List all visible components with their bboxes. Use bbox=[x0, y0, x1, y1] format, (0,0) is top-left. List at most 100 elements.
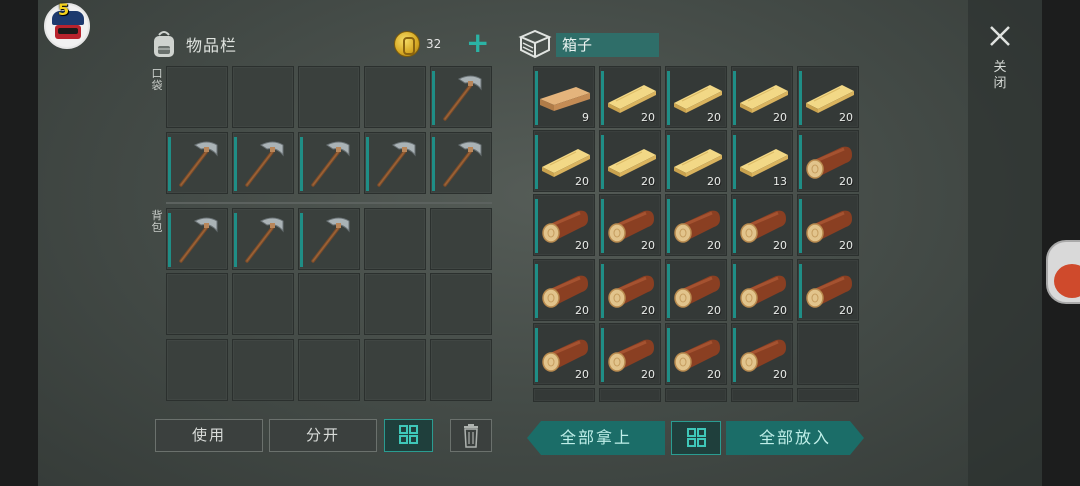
chest-slot[interactable]: 20 bbox=[533, 194, 595, 256]
use-button[interactable]: 使用 bbox=[155, 419, 263, 452]
pocket-slot[interactable] bbox=[430, 132, 492, 194]
chest-slot[interactable]: 20 bbox=[797, 66, 859, 128]
chest-slot[interactable]: 13 bbox=[731, 130, 793, 192]
chest-slot[interactable] bbox=[797, 323, 859, 385]
split-button[interactable]: 分开 bbox=[269, 419, 377, 452]
item-count: 20 bbox=[773, 111, 787, 124]
pocket-slot[interactable] bbox=[298, 132, 360, 194]
sort-chest-button[interactable] bbox=[671, 421, 721, 455]
chest-slot[interactable]: 20 bbox=[665, 259, 727, 321]
backpack-slot[interactable] bbox=[298, 208, 360, 270]
item-count: 20 bbox=[641, 368, 655, 381]
chest-slot[interactable]: 20 bbox=[797, 194, 859, 256]
backpack-slot[interactable] bbox=[166, 339, 228, 401]
close-button[interactable] bbox=[986, 22, 1014, 50]
backpack-label: 背包 bbox=[151, 209, 163, 234]
item-count: 20 bbox=[707, 239, 721, 252]
backpack-slot[interactable] bbox=[232, 339, 294, 401]
backpack-slot[interactable] bbox=[364, 208, 426, 270]
chest-slot[interactable]: 20 bbox=[665, 130, 727, 192]
chest-slot[interactable]: 20 bbox=[731, 323, 793, 385]
backpack-slot[interactable] bbox=[232, 208, 294, 270]
chest-slot-partial[interactable] bbox=[599, 388, 661, 402]
chest-slot[interactable]: 20 bbox=[599, 130, 661, 192]
backpack-slot[interactable] bbox=[298, 273, 360, 335]
chest-slot-partial[interactable] bbox=[665, 388, 727, 402]
inventory-header: 物品栏 bbox=[150, 26, 237, 62]
trash-icon bbox=[464, 424, 478, 448]
backpack-slot[interactable] bbox=[298, 339, 360, 401]
coin-count: 32 bbox=[426, 37, 442, 51]
pocket-slot[interactable] bbox=[232, 66, 294, 128]
chest-slot[interactable]: 20 bbox=[533, 323, 595, 385]
chest-slot[interactable]: 20 bbox=[731, 194, 793, 256]
chest-slot[interactable]: 20 bbox=[731, 66, 793, 128]
item-count: 20 bbox=[641, 175, 655, 188]
backpack-slot[interactable] bbox=[430, 339, 492, 401]
item-count: 20 bbox=[575, 304, 589, 317]
potion-liquid bbox=[1054, 264, 1080, 298]
item-count: 20 bbox=[707, 304, 721, 317]
backpack-slot[interactable] bbox=[232, 273, 294, 335]
item-count: 20 bbox=[773, 304, 787, 317]
backpack-icon bbox=[150, 29, 178, 59]
add-coins-button[interactable]: + bbox=[466, 29, 489, 58]
item-count: 20 bbox=[839, 239, 853, 252]
pocket-slot[interactable] bbox=[232, 132, 294, 194]
chest-slot-partial[interactable] bbox=[797, 388, 859, 402]
inventory-title: 物品栏 bbox=[186, 36, 238, 55]
pocket-backpack-divider bbox=[166, 202, 492, 204]
close-label[interactable]: 关闭 bbox=[991, 60, 1009, 92]
sort-inventory-button[interactable] bbox=[384, 419, 433, 452]
chest-slot[interactable]: 20 bbox=[599, 259, 661, 321]
pocket-slot[interactable] bbox=[364, 132, 426, 194]
chest-slot[interactable]: 9 bbox=[533, 66, 595, 128]
player-level: 5 bbox=[58, 0, 70, 19]
chest-slot-partial[interactable] bbox=[533, 388, 595, 402]
chest-slot[interactable]: 20 bbox=[797, 130, 859, 192]
chest-slot[interactable]: 20 bbox=[665, 194, 727, 256]
pocket-slot[interactable] bbox=[298, 66, 360, 128]
pocket-slot[interactable] bbox=[430, 66, 492, 128]
item-count: 20 bbox=[641, 239, 655, 252]
take-all-button[interactable]: 全部拿上 bbox=[527, 421, 665, 455]
pocket-label: 口袋 bbox=[151, 67, 163, 92]
chest-slot[interactable]: 20 bbox=[533, 259, 595, 321]
grid-icon bbox=[687, 428, 706, 447]
chest-slot[interactable]: 20 bbox=[665, 323, 727, 385]
item-count: 20 bbox=[839, 175, 853, 188]
backpack-slot[interactable] bbox=[166, 273, 228, 335]
delete-button[interactable] bbox=[450, 419, 492, 452]
backpack-slot[interactable] bbox=[430, 273, 492, 335]
potion-quickslot[interactable] bbox=[1046, 240, 1080, 304]
backpack-slot[interactable] bbox=[364, 339, 426, 401]
item-count: 20 bbox=[773, 239, 787, 252]
close-icon bbox=[990, 26, 1010, 46]
pocket-slot[interactable] bbox=[166, 66, 228, 128]
pocket-slot[interactable] bbox=[166, 132, 228, 194]
backpack-slot[interactable] bbox=[430, 208, 492, 270]
grid-icon bbox=[399, 425, 418, 444]
item-count: 13 bbox=[773, 175, 787, 188]
chest-slot[interactable]: 20 bbox=[797, 259, 859, 321]
chest-slot[interactable]: 20 bbox=[665, 66, 727, 128]
pocket-slot[interactable] bbox=[364, 66, 426, 128]
avatar-mask bbox=[58, 28, 78, 34]
box-icon bbox=[518, 28, 552, 60]
chest-slot[interactable]: 20 bbox=[599, 66, 661, 128]
chest-slot-partial[interactable] bbox=[731, 388, 793, 402]
item-count: 20 bbox=[641, 111, 655, 124]
chest-slot[interactable]: 20 bbox=[533, 130, 595, 192]
chest-slot[interactable]: 20 bbox=[599, 323, 661, 385]
put-all-button[interactable]: 全部放入 bbox=[726, 421, 864, 455]
item-count: 20 bbox=[839, 304, 853, 317]
chest-slot[interactable]: 20 bbox=[731, 259, 793, 321]
coin-icon bbox=[394, 31, 420, 57]
chest-slot[interactable]: 20 bbox=[599, 194, 661, 256]
backpack-slot[interactable] bbox=[364, 273, 426, 335]
item-count: 20 bbox=[575, 368, 589, 381]
backpack-slot[interactable] bbox=[166, 208, 228, 270]
item-count: 20 bbox=[773, 368, 787, 381]
item-count: 20 bbox=[641, 304, 655, 317]
item-count: 20 bbox=[707, 111, 721, 124]
